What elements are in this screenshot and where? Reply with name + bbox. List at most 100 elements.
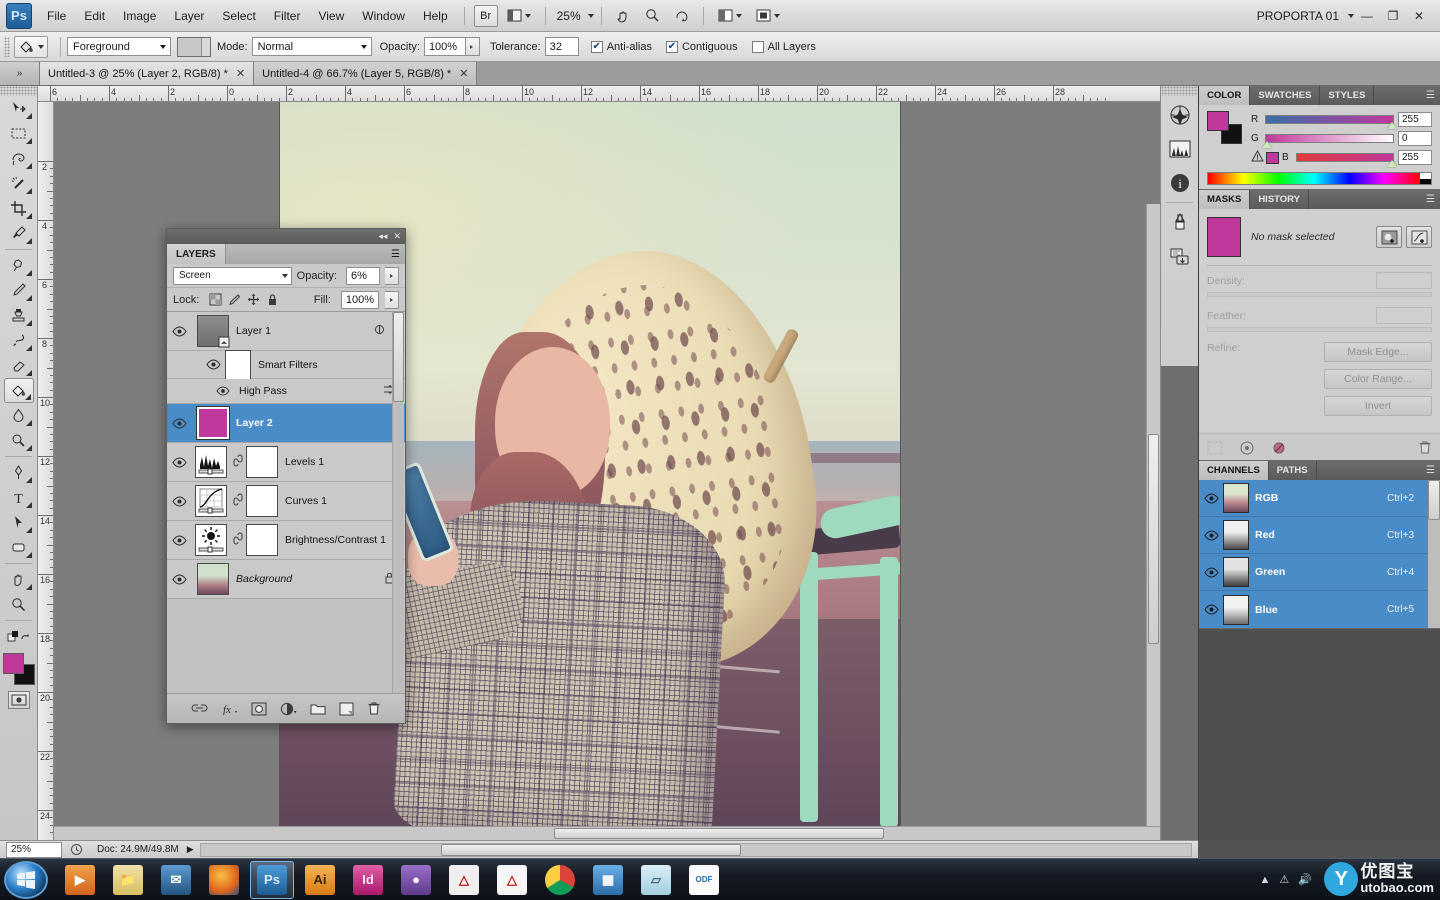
- layers-panel-titlebar[interactable]: ◂◂ ✕: [167, 229, 405, 244]
- add-pixel-mask-button[interactable]: [1376, 226, 1402, 248]
- levels-visibility-toggle[interactable]: [167, 456, 191, 468]
- new-group-icon[interactable]: [310, 702, 326, 715]
- layers-scroll-thumb[interactable]: [393, 312, 404, 402]
- layer-name[interactable]: Background: [232, 573, 292, 585]
- eyedropper-flyout[interactable]: [25, 238, 32, 244]
- lasso-tool[interactable]: [4, 146, 34, 171]
- eraser-flyout[interactable]: [25, 370, 32, 376]
- screen-mode-menu-button[interactable]: [751, 5, 785, 27]
- channels-scroll-thumb[interactable]: [1428, 480, 1440, 520]
- layer-mask-thumbnail-2[interactable]: [246, 485, 278, 517]
- brush-flyout[interactable]: [25, 295, 32, 301]
- status-zoom-input[interactable]: 25%: [6, 841, 62, 858]
- layer-opacity-input[interactable]: 6%: [346, 266, 380, 285]
- launch-bridge-button[interactable]: Br: [473, 4, 498, 27]
- color-swatches[interactable]: [2, 653, 35, 685]
- table-row[interactable]: Levels 1: [167, 443, 405, 482]
- crop-tool[interactable]: [4, 196, 34, 221]
- rotate-view-tool-button[interactable]: [669, 5, 694, 27]
- taskbar-indesign[interactable]: Id: [346, 861, 390, 899]
- color-swatch-pair[interactable]: [1207, 111, 1243, 145]
- canvas-horizontal-scrollbar[interactable]: [54, 826, 1160, 840]
- smart-filters-visibility-toggle[interactable]: [201, 359, 225, 370]
- taskbar-acrobat-reader[interactable]: △: [490, 861, 534, 899]
- canvas-vertical-scrollbar[interactable]: [1146, 204, 1160, 840]
- histogram-icon[interactable]: [1165, 134, 1195, 164]
- layer-mask-thumbnail[interactable]: [246, 446, 278, 478]
- curves-visibility-toggle[interactable]: [167, 495, 191, 507]
- menu-select[interactable]: Select: [213, 4, 264, 28]
- rectangular-marquee-tool[interactable]: [4, 121, 34, 146]
- adjustment-brightness-icon[interactable]: [195, 524, 227, 556]
- channel-visibility-rgb[interactable]: [1199, 492, 1223, 504]
- collapse-icon[interactable]: ◂◂: [378, 231, 387, 242]
- layer-visibility-toggle[interactable]: [167, 325, 191, 337]
- disable-mask-icon[interactable]: [1271, 441, 1287, 455]
- healing-flyout[interactable]: [25, 270, 32, 276]
- adjustment-curves-icon[interactable]: [195, 485, 227, 517]
- quick-mask-toggle[interactable]: [7, 691, 30, 709]
- layer-name[interactable]: Layer 1: [232, 325, 271, 337]
- tab-swatches[interactable]: SWATCHES: [1250, 86, 1321, 105]
- foreground-color-swatch[interactable]: [2, 653, 24, 674]
- smart-filters-mask-thumbnail[interactable]: [225, 349, 251, 380]
- density-input[interactable]: [1376, 272, 1432, 289]
- r-value[interactable]: 255: [1398, 112, 1432, 127]
- lasso-tool-flyout[interactable]: [25, 163, 32, 169]
- vertical-ruler[interactable]: 2 4 6 8 10 12 14 16 18 20 22 24: [38, 102, 54, 840]
- layers-panel[interactable]: ◂◂ ✕ LAYERS ☰ Screen Opacity: 6% Lock: F…: [166, 228, 406, 724]
- menu-window[interactable]: Window: [353, 4, 414, 28]
- status-scroll-track[interactable]: [199, 842, 1192, 857]
- taskbar-acrobat[interactable]: △: [442, 861, 486, 899]
- anti-alias-checkbox[interactable]: ✔ Anti-alias: [590, 40, 656, 53]
- g-slider-thumb[interactable]: [1262, 141, 1272, 148]
- hand-flyout[interactable]: [25, 584, 32, 590]
- opacity-stepper[interactable]: [465, 37, 480, 56]
- color-panel-menu-icon[interactable]: ☰: [1426, 86, 1440, 105]
- load-selection-icon[interactable]: [1207, 441, 1223, 455]
- new-adjustment-layer-icon[interactable]: [280, 702, 297, 716]
- workspace-name[interactable]: PROPORTA 01: [1251, 5, 1345, 27]
- tab-styles[interactable]: STYLES: [1320, 86, 1375, 105]
- channel-thumbnail-blue[interactable]: [1223, 594, 1249, 625]
- color-slider-b[interactable]: B 255: [1251, 149, 1432, 167]
- g-track[interactable]: [1262, 134, 1394, 148]
- shape-flyout[interactable]: [25, 552, 32, 558]
- channel-visibility-blue[interactable]: [1199, 604, 1223, 615]
- active-tool-preset[interactable]: [14, 35, 48, 58]
- table-row[interactable]: Brightness/Contrast 1: [167, 521, 405, 560]
- channels-panel-menu-icon[interactable]: ☰: [1426, 461, 1440, 480]
- channel-visibility-green[interactable]: [1199, 566, 1223, 578]
- type-flyout[interactable]: [25, 502, 32, 508]
- document-tab-untitled-3[interactable]: Untitled-3 @ 25% (Layer 2, RGB/8) * ✕: [40, 62, 255, 85]
- b-track[interactable]: [1296, 153, 1397, 167]
- layer-name[interactable]: Smart Filters: [254, 359, 318, 371]
- layer-name[interactable]: Brightness/Contrast 1: [281, 534, 386, 546]
- path-selection-flyout[interactable]: [25, 527, 32, 533]
- close-button[interactable]: ✕: [1406, 5, 1432, 27]
- taskbar-pidgin[interactable]: ●: [394, 861, 438, 899]
- zoom-tool[interactable]: [4, 592, 34, 617]
- table-row[interactable]: Background: [167, 560, 405, 599]
- table-row[interactable]: Smart Filters: [167, 349, 405, 380]
- lock-image-pixels-icon[interactable]: [228, 293, 241, 306]
- toolbox-grip[interactable]: [0, 86, 37, 96]
- layer-name[interactable]: Curves 1: [281, 495, 327, 507]
- list-item[interactable]: RGB Ctrl+2: [1199, 480, 1440, 517]
- layer-opacity-stepper[interactable]: [385, 266, 399, 285]
- tab-color[interactable]: COLOR: [1199, 86, 1251, 105]
- link-mask-icon[interactable]: [233, 454, 243, 470]
- taskbar-firefox[interactable]: [202, 861, 246, 899]
- delete-layer-icon[interactable]: [367, 701, 381, 716]
- pattern-picker[interactable]: [177, 36, 211, 57]
- minimize-button[interactable]: —: [1354, 5, 1380, 27]
- smart-filter-toggle-icon[interactable]: [373, 323, 392, 339]
- gamut-warning-icon[interactable]: [1251, 149, 1264, 165]
- blur-tool[interactable]: [4, 403, 34, 428]
- expand-panels-button[interactable]: »: [0, 62, 40, 85]
- clone-stamp-flyout[interactable]: [25, 320, 32, 326]
- in-gamut-color-swatch[interactable]: [1266, 151, 1279, 164]
- default-colors-and-swap[interactable]: [4, 624, 34, 649]
- paint-bucket-tool[interactable]: [3, 378, 34, 403]
- link-mask-icon-2[interactable]: [233, 493, 243, 509]
